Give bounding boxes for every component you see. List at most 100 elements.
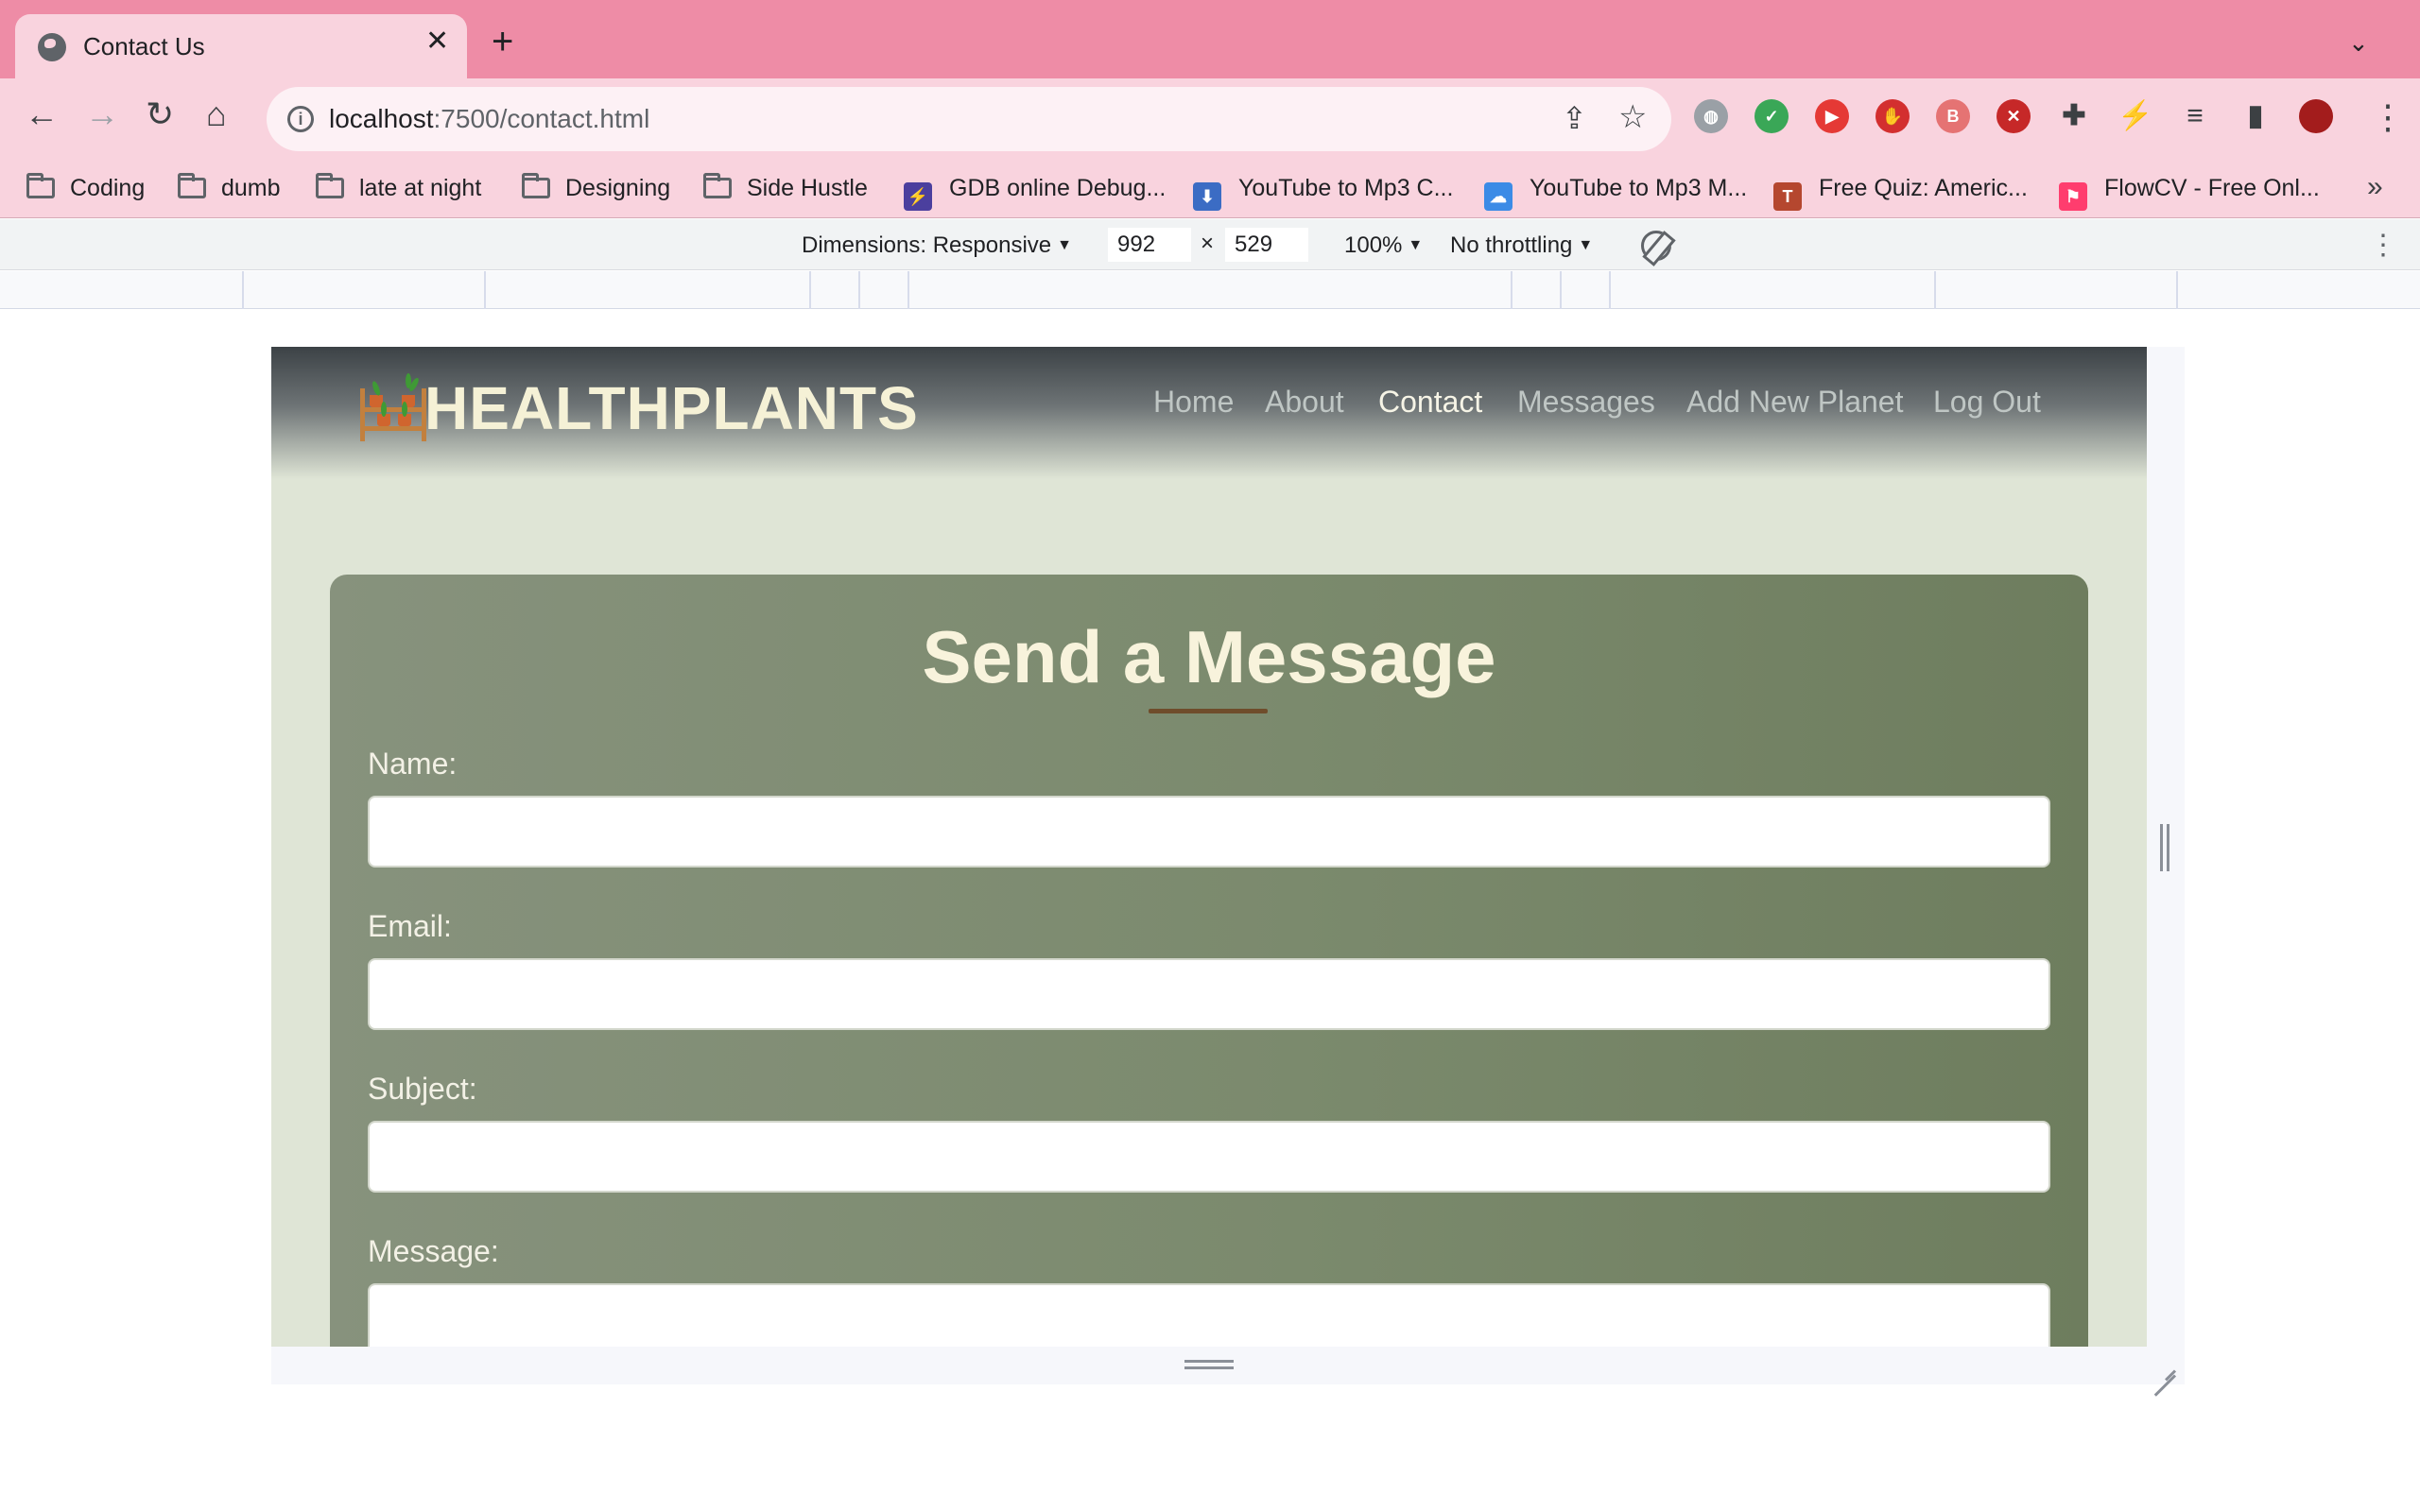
contact-form-card: Send a Message Name: Email: Subject: Mes…	[330, 575, 2088, 1347]
share-icon[interactable]: ⇪	[1562, 100, 1587, 136]
ruler-tick[interactable]	[908, 271, 909, 309]
bookmark-item[interactable]: ⚡ GDB online Debug...	[904, 175, 1166, 211]
email-input[interactable]	[368, 958, 2050, 1030]
emulated-viewport: HEALTHPLANTS Home About Contact Messages…	[271, 347, 2147, 1347]
ruler-tick[interactable]	[242, 271, 244, 309]
nav-messages[interactable]: Messages	[1517, 385, 1655, 420]
bookmark-item[interactable]: T Free Quiz: Americ...	[1773, 175, 2028, 211]
zoom-label: 100%	[1344, 232, 1403, 258]
site-info-icon[interactable]: i	[287, 106, 314, 132]
url-text[interactable]: localhost:7500/contact.html	[329, 104, 649, 134]
subject-input[interactable]	[368, 1121, 2050, 1193]
height-input[interactable]: 529	[1225, 228, 1308, 262]
new-tab-button[interactable]: +	[492, 23, 513, 60]
viewport-bottom-resizer[interactable]	[271, 1347, 2185, 1384]
logo-part	[360, 388, 365, 441]
leaf-extension-icon[interactable]: ⚡	[2118, 99, 2152, 133]
tyl-icon: T	[1773, 182, 1802, 211]
block-extension-icon[interactable]: ✕	[1996, 99, 2031, 133]
form-title: Send a Message	[922, 615, 1496, 698]
nav-add-new-planet[interactable]: Add New Planet	[1686, 385, 1903, 420]
message-textarea[interactable]	[368, 1283, 2050, 1347]
throttling-select[interactable]: No throttling ▼	[1450, 232, 1593, 259]
side-panel-icon[interactable]: ▮	[2238, 99, 2273, 133]
nav-contact[interactable]: Contact	[1378, 385, 1482, 420]
name-label: Name:	[368, 747, 458, 781]
tab-title: Contact Us	[83, 32, 205, 60]
globe-extension-icon[interactable]: ◍	[1694, 99, 1728, 133]
devtools-device-toolbar: Dimensions: Responsive ▼ 992 × 529 100% ▼ …	[0, 219, 2420, 270]
site-logo-text[interactable]: HEALTHPLANTS	[424, 373, 919, 443]
bookmark-label: FlowCV - Free Onl...	[2104, 175, 2320, 201]
shield-extension-icon[interactable]: ✓	[1754, 99, 1789, 133]
width-input[interactable]: 992	[1108, 228, 1191, 262]
play-extension-icon[interactable]: ▶	[1815, 99, 1849, 133]
download-icon: ⬇	[1193, 182, 1221, 211]
home-icon[interactable]: ⌂	[206, 97, 227, 131]
more-bookmarks-icon[interactable]: »	[2367, 171, 2383, 203]
ruler-tick[interactable]	[1609, 271, 1611, 309]
bookmark-item[interactable]: Coding	[26, 173, 146, 202]
bookmarks-bar: Coding dumb late at night Designing Side Hus…	[0, 158, 2420, 218]
bookmark-item[interactable]: ⚑ FlowCV - Free Onl...	[2059, 175, 2320, 211]
resize-handle-icon[interactable]	[2160, 824, 2169, 871]
ruler-tick[interactable]	[1560, 271, 1562, 309]
ruler-tick[interactable]	[1511, 271, 1512, 309]
corner-resize-icon[interactable]	[2152, 1356, 2175, 1379]
browser-toolbar: ← → ↻ ⌂ i localhost:7500/contact.html ⇪ …	[0, 78, 2420, 158]
bookmark-label: GDB online Debug...	[949, 175, 1167, 201]
devtools-more-icon[interactable]: ⋮	[2369, 229, 2397, 262]
nav-about[interactable]: About	[1265, 385, 1344, 420]
ruler-tick[interactable]	[809, 271, 811, 309]
media-queue-icon[interactable]: ≡	[2178, 99, 2212, 133]
bookmark-star-icon[interactable]: ☆	[1618, 98, 1647, 136]
ruler-tick[interactable]	[1934, 271, 1936, 309]
reload-icon[interactable]: ↻	[146, 97, 174, 131]
bookmark-item[interactable]: Side Hustle	[703, 173, 868, 202]
title-underline	[1149, 709, 1268, 713]
puzzle-extensions-icon[interactable]: ✚	[2057, 99, 2091, 133]
resize-handle-icon[interactable]	[1184, 1360, 1234, 1369]
bookmark-item[interactable]: Designing	[522, 173, 670, 202]
bookmark-label: YouTube to Mp3 C...	[1238, 175, 1454, 201]
bookmark-item[interactable]: ⬇ YouTube to Mp3 C...	[1193, 175, 1453, 211]
active-tab[interactable]: Contact Us ✕	[15, 14, 467, 78]
address-bar[interactable]: i localhost:7500/contact.html ⇪ ☆	[267, 87, 1671, 151]
back-icon[interactable]: ←	[25, 97, 59, 131]
dimensions-select[interactable]: Dimensions: Responsive ▼	[802, 232, 1072, 259]
times-symbol: ×	[1201, 231, 1215, 256]
name-input[interactable]	[368, 796, 2050, 868]
close-icon[interactable]: ✕	[425, 27, 449, 56]
ruler-tick[interactable]	[858, 271, 860, 309]
dimensions-label: Dimensions: Responsive	[802, 232, 1052, 258]
zoom-select[interactable]: 100% ▼	[1344, 232, 1423, 259]
flowcv-icon: ⚑	[2059, 182, 2087, 211]
browser-menu-icon[interactable]: ⋮	[2371, 97, 2405, 137]
nav-home[interactable]: Home	[1153, 385, 1234, 420]
bookmark-item[interactable]: late at night	[316, 173, 482, 202]
folder-icon	[522, 173, 550, 198]
rotate-icon[interactable]	[1641, 231, 1671, 261]
folder-icon	[316, 173, 344, 198]
forward-icon[interactable]: →	[85, 97, 119, 131]
ruler-tick[interactable]	[484, 271, 486, 309]
nav-log-out[interactable]: Log Out	[1933, 385, 2041, 420]
bookmark-label: Coding	[70, 175, 146, 201]
tab-strip: Contact Us ✕ + ⌄	[0, 0, 2420, 78]
badge-extension-icon[interactable]: B	[1936, 99, 1970, 133]
tab-search-chevron-icon[interactable]: ⌄	[2348, 28, 2369, 58]
bookmark-label: dumb	[221, 175, 281, 201]
plant-shelf-logo-icon[interactable]	[360, 373, 426, 441]
hand-stop-extension-icon[interactable]: ✋	[1876, 99, 1910, 133]
subject-label: Subject:	[368, 1072, 477, 1106]
ruler-tick[interactable]	[2176, 271, 2178, 309]
bookmark-label: Free Quiz: Americ...	[1819, 175, 2028, 201]
caret-down-icon: ▼	[1578, 237, 1594, 253]
bookmark-label: late at night	[359, 175, 482, 201]
viewport-right-resizer[interactable]	[2147, 347, 2185, 1347]
bookmark-item[interactable]: dumb	[178, 173, 281, 202]
folder-icon	[703, 173, 732, 198]
profile-avatar[interactable]	[2299, 99, 2333, 133]
caret-down-icon: ▼	[1408, 237, 1424, 253]
bookmark-item[interactable]: ☁ YouTube to Mp3 M...	[1484, 175, 1747, 211]
